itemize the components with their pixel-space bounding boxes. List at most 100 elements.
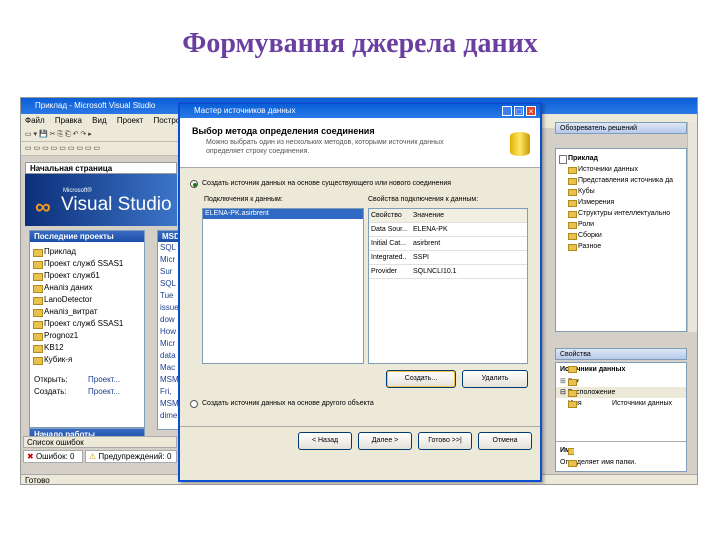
msdn-line: Sur	[160, 267, 173, 276]
close-icon[interactable]: ×	[526, 106, 536, 116]
property-name: Integrated...	[371, 254, 407, 261]
connections-label: Подключения к данным:	[204, 196, 283, 203]
table-row: Provider SQLNCLI10.1	[369, 265, 527, 279]
tree-folder-item[interactable]: Разное	[556, 241, 686, 252]
warnings-filter-button[interactable]: ⚠ Предупреждений: 0	[85, 450, 177, 463]
vs-screenshot: Приклад - Microsoft Visual Studio Файл П…	[20, 97, 698, 485]
msdn-line[interactable]: SQL	[158, 278, 178, 290]
property-desc-text: Определяет имя папки.	[556, 457, 636, 468]
table-row: Integrated... SSPI	[369, 251, 527, 265]
tree-folder-item[interactable]: Кубы	[556, 186, 686, 197]
toolbar-standard[interactable]: ▭ ▾ 💾 ✂ ⎘ ⎗ ↶ ↷ ▸	[21, 128, 181, 142]
radio-other-object[interactable]	[190, 400, 198, 408]
tree-folder-item[interactable]: Сборки	[556, 230, 686, 241]
errors-filter-button[interactable]: ✖ Ошибок: 0	[23, 450, 83, 463]
menu-edit[interactable]: Правка	[55, 116, 82, 125]
property-row-value: Источники данных	[612, 400, 672, 407]
minimize-icon[interactable]: _	[502, 106, 512, 116]
solution-root-node[interactable]: Приклад	[556, 153, 686, 164]
msdn-line: Fri,	[160, 387, 172, 396]
recent-project-item[interactable]: LanoDetector	[30, 294, 144, 306]
msdn-line: Micr	[160, 255, 176, 264]
tree-folder-item[interactable]: Структуры интеллектуально	[556, 208, 686, 219]
msdn-line: data	[160, 351, 176, 360]
tab-start-page[interactable]: Начальная страница	[25, 162, 177, 174]
recent-project-item[interactable]: KB12	[30, 342, 144, 354]
solution-explorer-header: Обозреватель решений	[555, 122, 687, 134]
toolbar-secondary[interactable]: ▭ ▭ ▭ ▭ ▭ ▭ ▭ ▭ ▭	[21, 142, 181, 156]
open-label: Открыть:	[34, 375, 68, 384]
wizard-description: Можно выбрать один из нескольких методов…	[206, 139, 444, 155]
msdn-line: dime	[160, 411, 178, 420]
recent-project-item[interactable]: Проект служб SSAS1	[30, 318, 144, 330]
solution-explorer-scrollbar[interactable]	[687, 122, 697, 332]
recent-projects-panel: Последние проекты Приклад Проект служб S…	[29, 230, 145, 428]
recent-project-item[interactable]: Аналіз даних	[30, 282, 144, 294]
radio-existing-connection-label: Создать источник данных на основе сущест…	[202, 180, 452, 187]
property-name: Provider	[371, 268, 398, 275]
property-value: SSPI	[413, 254, 429, 261]
create-project-link[interactable]: Проект...	[88, 386, 120, 398]
properties-section-label: Расположение	[567, 389, 616, 396]
tree-folder-item[interactable]: Измерения	[556, 197, 686, 208]
tree-folder-item[interactable]: Источники данных	[556, 164, 686, 175]
dialog-divider	[180, 426, 540, 427]
next-button[interactable]: Далее >	[358, 432, 412, 450]
msdn-header: MSD	[158, 231, 178, 242]
recent-projects-header: Последние проекты	[30, 231, 144, 242]
properties-section[interactable]: ⊟ Расположение	[556, 387, 686, 398]
property-desc-title: Имя	[556, 445, 575, 456]
dialog-title: Мастер источников данных	[180, 104, 540, 118]
create-label: Создать:	[34, 387, 67, 396]
maximize-icon[interactable]: □	[514, 106, 524, 116]
vs-logo-icon: ∞	[35, 194, 51, 219]
property-row-name[interactable]: Имя Источники данных	[556, 398, 686, 409]
grid-header-property: Свойство	[371, 212, 402, 219]
database-icon	[510, 132, 530, 156]
radio-existing-connection[interactable]	[190, 180, 198, 188]
recent-project-item[interactable]: Проект служб1	[30, 270, 144, 282]
create-connection-button[interactable]: Создать...	[386, 370, 456, 388]
recent-project-item[interactable]: Аналіз_витрат	[30, 306, 144, 318]
delete-connection-button[interactable]: Удалить	[462, 370, 528, 388]
connection-properties-grid: Свойство Значение Data Sour... ELENA-PK …	[368, 208, 528, 364]
msdn-line[interactable]: MSM	[158, 374, 178, 386]
tree-folder-item[interactable]: Роли	[556, 219, 686, 230]
property-value: ELENA-PK	[413, 226, 448, 233]
menu-file[interactable]: Файл	[25, 116, 45, 125]
error-list-header[interactable]: Список ошибок	[23, 436, 177, 448]
msdn-line: issue	[160, 303, 178, 312]
warnings-count: Предупреждений: 0	[98, 452, 172, 461]
property-name: Initial Cat...	[371, 240, 407, 247]
error-icon: ✖	[27, 452, 34, 461]
connections-list[interactable]: ELENA-PK.asirbrent	[202, 208, 364, 364]
property-row-label: Имя	[568, 400, 582, 407]
grid-header-value: Значение	[413, 212, 445, 219]
recent-project-item[interactable]: Проект служб SSAS1	[30, 258, 144, 270]
cancel-button[interactable]: Отмена	[478, 432, 532, 450]
msdn-line: MSM	[160, 399, 178, 408]
msdn-line: Mac	[160, 363, 176, 372]
errors-count: Ошибок: 0	[35, 452, 75, 461]
properties-object-selector[interactable]: Источники данных	[556, 363, 686, 376]
vs-banner: ∞ Microsoft® Visual Studio 20	[25, 174, 198, 226]
recent-project-item[interactable]: Кубик-я	[30, 354, 144, 366]
connection-item[interactable]: ELENA-PK.asirbrent	[203, 209, 363, 219]
open-project-link[interactable]: Проект...	[88, 374, 120, 386]
msdn-line[interactable]: How	[158, 326, 178, 338]
msdn-line[interactable]: SQL	[158, 242, 178, 254]
menu-view[interactable]: Вид	[92, 116, 106, 125]
recent-project-item[interactable]: Приклад	[30, 246, 144, 258]
table-row: Initial Cat... asirbrent	[369, 237, 527, 251]
menu-project[interactable]: Проект	[117, 116, 143, 125]
collapse-icon: ⊟	[560, 389, 566, 396]
recent-project-item[interactable]: Prognoz1	[30, 330, 144, 342]
slide-title: Формування джерела даних	[182, 28, 538, 59]
back-button[interactable]: < Назад	[298, 432, 352, 450]
tree-folder-item[interactable]: Представления источника да	[556, 175, 686, 186]
radio-other-object-label: Создать источник данных на основе другог…	[202, 400, 374, 407]
msdn-line: Micr	[160, 339, 176, 348]
finish-button[interactable]: Готово >>|	[418, 432, 472, 450]
properties-toolbar[interactable]: ⊞ ⇅ ▾	[556, 376, 686, 387]
properties-label: Свойства подключения к данным:	[368, 196, 479, 203]
